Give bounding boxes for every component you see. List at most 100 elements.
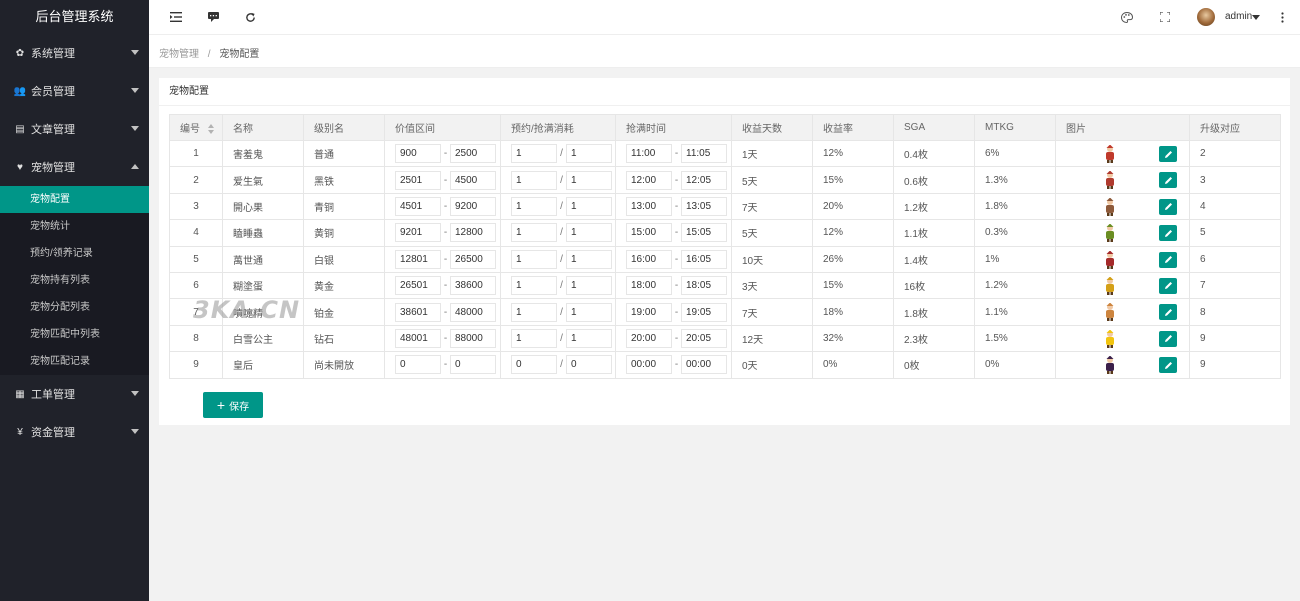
cell-time: 00:00-00:00 <box>615 351 732 379</box>
edit-image-button[interactable] <box>1159 225 1177 242</box>
grab-cost-input[interactable]: 0 <box>566 355 612 375</box>
chevron-down-icon <box>131 88 139 93</box>
cell-id: 8 <box>169 324 223 353</box>
sidebar-subitem-pet-stats[interactable]: 宠物统计 <box>0 213 149 240</box>
cell-image <box>1055 245 1190 273</box>
end-time-input[interactable]: 00:00 <box>681 355 727 375</box>
menu-fold-icon[interactable] <box>169 10 183 24</box>
sidebar-subitem-pet-allocation[interactable]: 宠物分配列表 <box>0 294 149 321</box>
start-time-input[interactable]: 18:00 <box>626 276 672 296</box>
sidebar-subitem-pet-holdings[interactable]: 宠物持有列表 <box>0 267 149 294</box>
grab-cost-input[interactable]: 1 <box>566 223 612 243</box>
value-max-input[interactable]: 48000 <box>450 302 496 322</box>
grab-cost-input[interactable]: 1 <box>566 302 612 322</box>
chevron-down-icon[interactable] <box>1252 15 1260 20</box>
start-time-input[interactable]: 13:00 <box>626 196 672 216</box>
value-min-input[interactable]: 48001 <box>395 328 441 348</box>
start-time-input[interactable]: 16:00 <box>626 249 672 269</box>
breadcrumb-parent[interactable]: 宠物管理 <box>159 49 199 60</box>
reserve-cost-input[interactable]: 0 <box>511 355 557 375</box>
value-min-input[interactable]: 0 <box>395 355 441 375</box>
reserve-cost-input[interactable]: 1 <box>511 302 557 322</box>
sidebar-subitem-pet-config[interactable]: 宠物配置 <box>0 186 149 213</box>
cell-mtkg: 0% <box>974 351 1056 379</box>
range-separator: - <box>443 359 448 371</box>
grab-cost-input[interactable]: 1 <box>566 196 612 216</box>
sidebar-item-tickets[interactable]: ▦ 工单管理 <box>0 375 149 413</box>
sidebar-subitem-pet-matching[interactable]: 宠物匹配中列表 <box>0 321 149 348</box>
reserve-cost-input[interactable]: 1 <box>511 196 557 216</box>
value-max-input[interactable]: 12800 <box>450 223 496 243</box>
value-min-input[interactable]: 900 <box>395 144 441 164</box>
sidebar-item-label: 宠物管理 <box>31 162 75 174</box>
save-button[interactable]: + 保存 <box>203 392 263 418</box>
value-max-input[interactable]: 88000 <box>450 328 496 348</box>
grab-cost-input[interactable]: 1 <box>566 249 612 269</box>
config-panel: 宠物配置 编号 名称 级别名 价值区间 预约/抢满消耗 抢满时间 收益天数 收益… <box>159 78 1290 425</box>
sort-icon[interactable] <box>208 124 214 135</box>
fullscreen-icon[interactable] <box>1158 10 1172 24</box>
edit-image-button[interactable] <box>1159 357 1177 374</box>
grab-cost-input[interactable]: 1 <box>566 170 612 190</box>
avatar[interactable] <box>1197 8 1215 26</box>
reserve-cost-input[interactable]: 1 <box>511 170 557 190</box>
start-time-input[interactable]: 11:00 <box>626 144 672 164</box>
grab-cost-input[interactable]: 1 <box>566 144 612 164</box>
sidebar-subitem-adopt-records[interactable]: 预约/领养记录 <box>0 240 149 267</box>
reserve-cost-input[interactable]: 1 <box>511 144 557 164</box>
grab-cost-input[interactable]: 1 <box>566 328 612 348</box>
edit-image-button[interactable] <box>1159 330 1177 347</box>
start-time-input[interactable]: 15:00 <box>626 223 672 243</box>
refresh-icon[interactable] <box>243 10 257 24</box>
cell-name: 瞌睡蟲 <box>222 219 304 247</box>
start-time-input[interactable]: 20:00 <box>626 328 672 348</box>
grab-cost-input[interactable]: 1 <box>566 276 612 296</box>
value-max-input[interactable]: 38600 <box>450 276 496 296</box>
start-time-input[interactable]: 00:00 <box>626 355 672 375</box>
value-max-input[interactable]: 9200 <box>450 196 496 216</box>
value-min-input[interactable]: 9201 <box>395 223 441 243</box>
end-time-input[interactable]: 19:05 <box>681 302 727 322</box>
user-name[interactable]: admin <box>1225 11 1252 22</box>
end-time-input[interactable]: 11:05 <box>681 144 727 164</box>
value-max-input[interactable]: 2500 <box>450 144 496 164</box>
reserve-cost-input[interactable]: 1 <box>511 328 557 348</box>
edit-image-button[interactable] <box>1159 146 1177 162</box>
reserve-cost-input[interactable]: 1 <box>511 276 557 296</box>
edit-image-button[interactable] <box>1159 251 1177 268</box>
end-time-input[interactable]: 15:05 <box>681 223 727 243</box>
sidebar-item-funds[interactable]: ¥ 资金管理 <box>0 413 149 451</box>
edit-image-button[interactable] <box>1159 304 1177 321</box>
reserve-cost-input[interactable]: 1 <box>511 223 557 243</box>
value-max-input[interactable]: 0 <box>450 355 496 375</box>
column-header-id[interactable]: 编号 <box>169 114 223 141</box>
end-time-input[interactable]: 20:05 <box>681 328 727 348</box>
start-time-input[interactable]: 19:00 <box>626 302 672 322</box>
sidebar-item-articles[interactable]: ▤ 文章管理 <box>0 110 149 148</box>
more-vertical-icon[interactable] <box>1275 10 1289 24</box>
sidebar-subitem-match-records[interactable]: 宠物匹配记录 <box>0 348 149 375</box>
value-min-input[interactable]: 26501 <box>395 276 441 296</box>
end-time-input[interactable]: 18:05 <box>681 276 727 296</box>
sidebar-item-members[interactable]: 👥 会员管理 <box>0 72 149 110</box>
end-time-input[interactable]: 16:05 <box>681 249 727 269</box>
message-icon[interactable] <box>206 10 220 24</box>
cost-separator: / <box>560 148 563 160</box>
value-max-input[interactable]: 4500 <box>450 170 496 190</box>
end-time-input[interactable]: 12:05 <box>681 170 727 190</box>
value-min-input[interactable]: 38601 <box>395 302 441 322</box>
sidebar-item-pets[interactable]: ♥ 宠物管理 <box>0 148 149 186</box>
start-time-input[interactable]: 12:00 <box>626 170 672 190</box>
edit-image-button[interactable] <box>1159 198 1177 215</box>
value-min-input[interactable]: 2501 <box>395 170 441 190</box>
cell-upgrade: 5 <box>1189 219 1281 247</box>
reserve-cost-input[interactable]: 1 <box>511 249 557 269</box>
edit-image-button[interactable] <box>1159 172 1177 189</box>
value-min-input[interactable]: 4501 <box>395 196 441 216</box>
theme-icon[interactable] <box>1120 10 1134 24</box>
sidebar-item-system[interactable]: ✿ 系统管理 <box>0 34 149 72</box>
value-min-input[interactable]: 12801 <box>395 249 441 269</box>
value-max-input[interactable]: 26500 <box>450 249 496 269</box>
edit-image-button[interactable] <box>1159 277 1177 294</box>
end-time-input[interactable]: 13:05 <box>681 196 727 216</box>
